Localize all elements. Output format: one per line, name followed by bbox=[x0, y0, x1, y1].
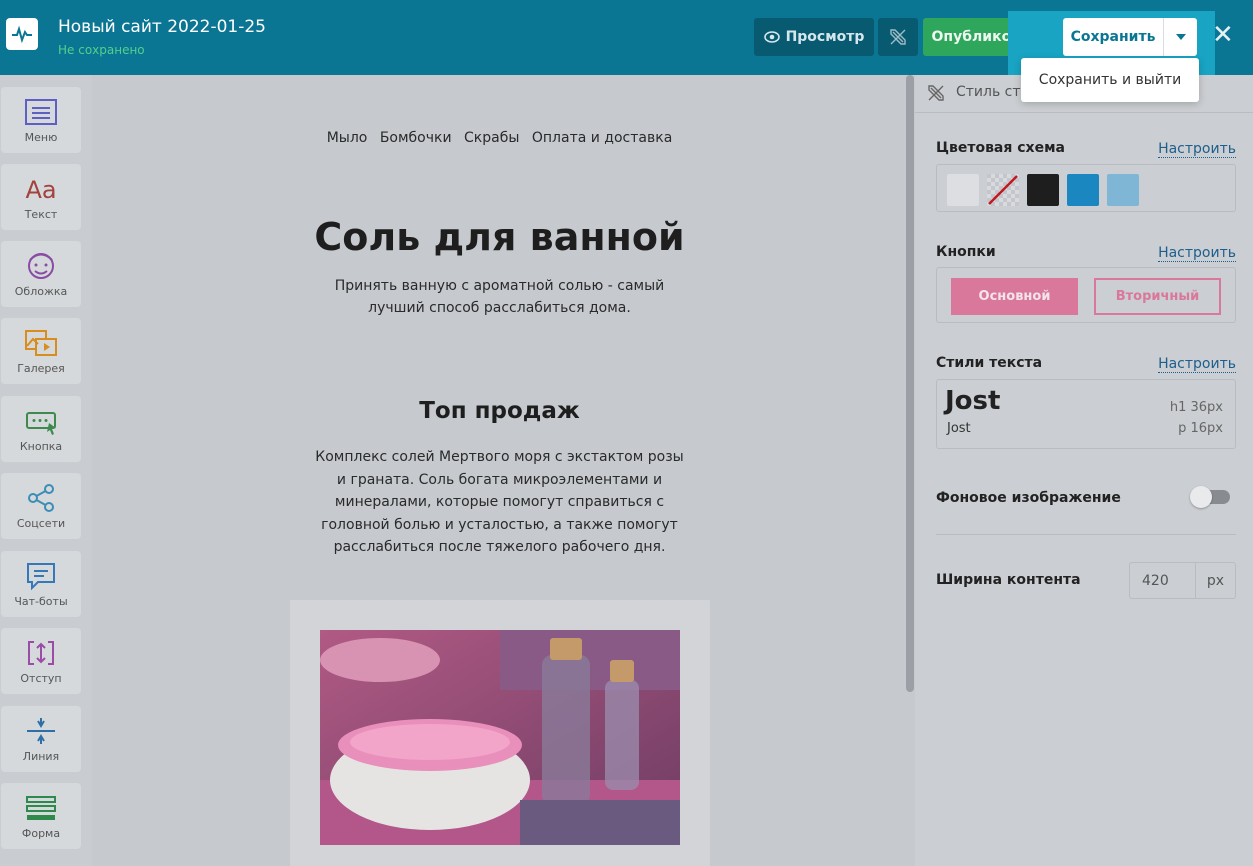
section-title[interactable]: Топ продаж bbox=[92, 398, 907, 424]
svg-text:Aa: Aa bbox=[25, 176, 56, 204]
text-styles-configure-link[interactable]: Настроить bbox=[1158, 356, 1236, 373]
sidebar-item-label: Текст bbox=[24, 207, 58, 221]
page-canvas[interactable]: Мыло Бомбочки Скрабы Оплата и доставка С… bbox=[92, 75, 915, 866]
sidebar-item-button[interactable]: Кнопка bbox=[1, 396, 81, 462]
sidebar-item-gallery[interactable]: Галерея bbox=[1, 318, 81, 384]
chat-icon bbox=[27, 562, 55, 590]
swatch-light[interactable] bbox=[947, 174, 979, 206]
heading-font-preview: Jost bbox=[945, 386, 1001, 416]
panel-header-label: Стиль стр bbox=[956, 84, 1030, 100]
swatch-blue[interactable] bbox=[1067, 174, 1099, 206]
button-icon bbox=[26, 411, 56, 435]
h1-spec: h1 36px bbox=[1169, 400, 1223, 415]
bath-salt-photo[interactable] bbox=[320, 630, 680, 845]
bg-image-label: Фоновое изображение bbox=[936, 490, 1121, 506]
share-icon bbox=[28, 483, 54, 512]
site-title: Новый сайт 2022-01-25 bbox=[58, 17, 266, 37]
content-width-input[interactable]: 420 bbox=[1129, 562, 1195, 599]
sidebar-item-label: Соцсети bbox=[16, 516, 66, 530]
color-scheme-box[interactable] bbox=[936, 164, 1236, 212]
sidebar-item-label: Галерея bbox=[17, 361, 65, 375]
nav-item[interactable]: Мыло bbox=[327, 130, 368, 146]
section-text[interactable]: Комплекс солей Мертвого моря с экстактом… bbox=[314, 446, 685, 559]
save-button[interactable]: Сохранить bbox=[1063, 18, 1164, 56]
sidebar-item-label: Линия bbox=[22, 749, 60, 763]
eye-icon bbox=[763, 31, 780, 43]
sidebar-item-label: Отступ bbox=[20, 671, 62, 685]
sidebar-item-label: Меню bbox=[24, 130, 58, 144]
sidebar-item-line[interactable]: Линия bbox=[1, 706, 81, 772]
swatch-light-blue[interactable] bbox=[1107, 174, 1139, 206]
line-icon bbox=[27, 717, 55, 744]
close-icon[interactable]: ✕ bbox=[1212, 20, 1234, 50]
sidebar-item-menu[interactable]: Меню bbox=[1, 87, 81, 153]
cover-icon bbox=[28, 252, 54, 279]
sidebar-item-cover[interactable]: Обложка bbox=[1, 241, 81, 307]
text-styles-box[interactable]: Jost Jost h1 36px p 16px bbox=[936, 379, 1236, 449]
nav-item[interactable]: Скрабы bbox=[464, 130, 519, 146]
sidebar-item-social[interactable]: Соцсети bbox=[1, 473, 81, 539]
spacing-icon bbox=[28, 640, 54, 665]
sidebar-item-chatbots[interactable]: Чат-боты bbox=[1, 551, 81, 617]
divider bbox=[936, 534, 1236, 535]
preview-button[interactable]: Просмотр bbox=[754, 18, 874, 56]
preview-label: Просмотр bbox=[785, 29, 865, 45]
sidebar-item-text[interactable]: Aa Текст bbox=[1, 164, 81, 230]
sidebar-item-label: Форма bbox=[21, 826, 61, 840]
ruler-pencil-icon bbox=[928, 85, 944, 101]
site-nav: Мыло Бомбочки Скрабы Оплата и доставка bbox=[92, 130, 907, 146]
ruler-pencil-icon bbox=[890, 29, 906, 45]
canvas-scrollbar[interactable] bbox=[906, 75, 914, 692]
gallery-icon bbox=[25, 329, 57, 356]
secondary-button-preview[interactable]: Вторичный bbox=[1094, 278, 1221, 315]
block-sidebar: Меню Aa Текст Обложка Галерея Кнопка Соц… bbox=[0, 75, 92, 866]
nav-item[interactable]: Оплата и доставка bbox=[532, 130, 672, 146]
save-button-group: Сохранить bbox=[1063, 18, 1197, 56]
style-panel: Стиль стр Цветовая схема Настроить Кнопк… bbox=[915, 75, 1253, 866]
body-font-preview: Jost bbox=[947, 421, 971, 436]
swatch-transparent[interactable] bbox=[987, 174, 1019, 206]
page-title[interactable]: Соль для ванной bbox=[92, 215, 907, 259]
buttons-configure-link[interactable]: Настроить bbox=[1158, 245, 1236, 262]
form-icon bbox=[26, 795, 56, 820]
content-width-label: Ширина контента bbox=[936, 572, 1081, 588]
buttons-title: Кнопки bbox=[936, 244, 996, 260]
lead-text[interactable]: Принять ванную с ароматной солью - самый… bbox=[332, 275, 667, 319]
image-card[interactable] bbox=[290, 600, 710, 866]
toggle-knob bbox=[1190, 486, 1212, 508]
pulse-logo-icon[interactable] bbox=[6, 18, 38, 50]
save-options-button[interactable] bbox=[1164, 18, 1197, 56]
text-styles-title: Стили текста bbox=[936, 355, 1043, 371]
sidebar-item-form[interactable]: Форма bbox=[1, 783, 81, 849]
nav-item[interactable]: Бомбочки bbox=[380, 130, 452, 146]
text-icon: Aa bbox=[25, 176, 56, 204]
caret-down-icon bbox=[1175, 34, 1186, 40]
style-button[interactable] bbox=[878, 18, 918, 56]
sidebar-item-label: Кнопка bbox=[19, 439, 63, 453]
bg-image-toggle[interactable] bbox=[1190, 486, 1230, 508]
p-spec: p 16px bbox=[1178, 421, 1223, 436]
sidebar-item-label: Чат-боты bbox=[14, 594, 68, 608]
save-and-exit-item[interactable]: Сохранить и выйти bbox=[1021, 58, 1199, 102]
buttons-box[interactable]: Основной Вторичный bbox=[936, 267, 1236, 323]
menu-icon bbox=[25, 98, 57, 125]
save-status: Не сохранено bbox=[58, 43, 145, 57]
color-scheme-title: Цветовая схема bbox=[936, 140, 1065, 156]
sidebar-item-spacing[interactable]: Отступ bbox=[1, 628, 81, 694]
content-width-unit: px bbox=[1195, 562, 1236, 599]
swatch-dark[interactable] bbox=[1027, 174, 1059, 206]
sidebar-item-label: Обложка bbox=[14, 284, 68, 298]
primary-button-preview[interactable]: Основной bbox=[951, 278, 1078, 315]
color-scheme-configure-link[interactable]: Настроить bbox=[1158, 141, 1236, 158]
